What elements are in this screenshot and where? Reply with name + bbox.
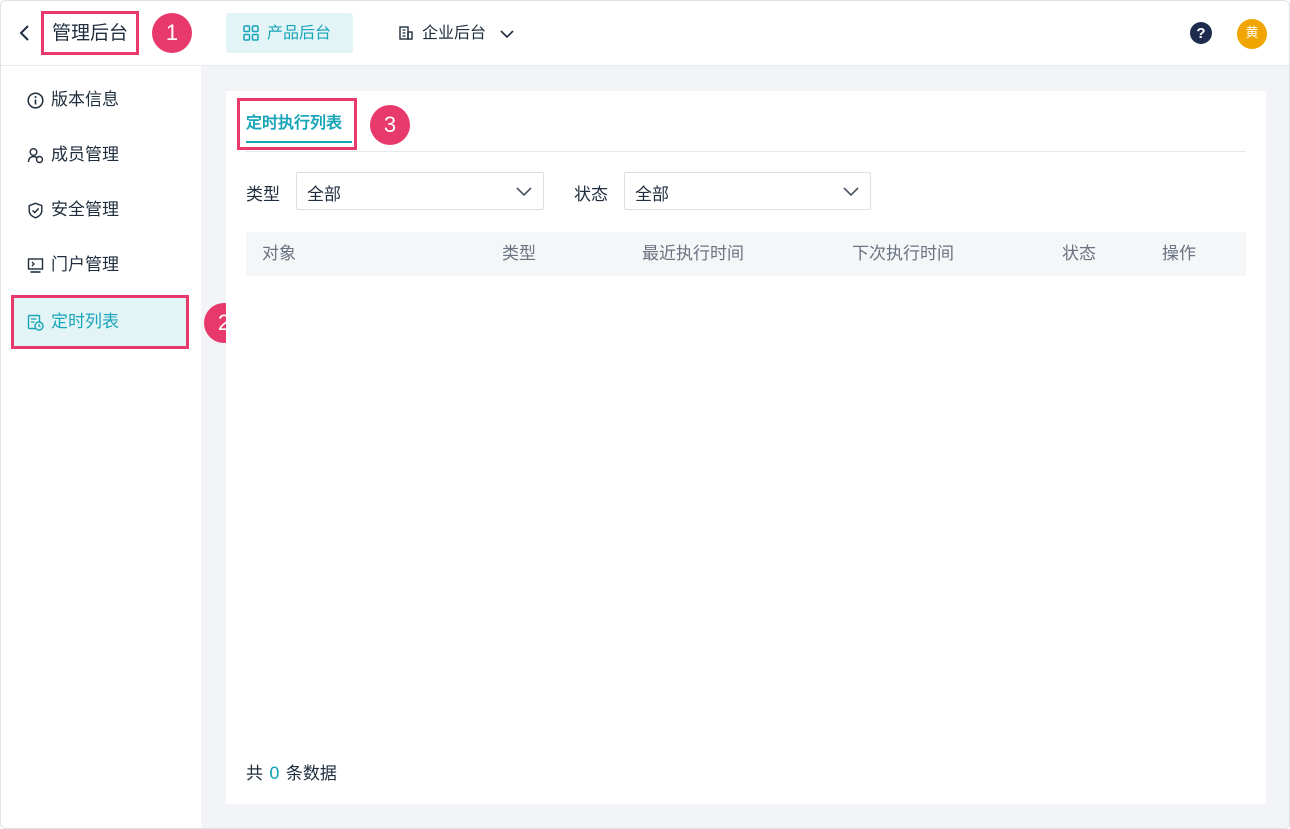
building-icon: [399, 26, 413, 40]
column-header-actions: 操作: [1162, 244, 1196, 264]
sidebar-item-version-info[interactable]: 版本信息: [11, 75, 189, 125]
sidebar-item-label: 定时列表: [51, 312, 119, 332]
annotation-badge-3: 3: [370, 105, 410, 145]
avatar[interactable]: 黄: [1237, 19, 1267, 49]
sidebar-item-schedule-list[interactable]: 定时列表: [11, 295, 189, 349]
app-window: 管理后台 1 产品后台 企业后台 ? 黄 版本信息 成员管理 安全管理 门户管理…: [0, 0, 1290, 829]
grid-icon: [243, 25, 259, 41]
chevron-down-icon: [843, 187, 859, 197]
sidebar-item-label: 门户管理: [51, 255, 119, 275]
record-count-suffix: 条数据: [285, 764, 337, 784]
tab-enterprise-admin[interactable]: 企业后台: [398, 13, 528, 53]
members-icon: [27, 148, 44, 164]
page-title: 定时执行列表: [246, 113, 343, 132]
chevron-left-icon[interactable]: [15, 21, 35, 45]
help-icon[interactable]: ?: [1189, 21, 1213, 45]
status-filter-value: 全部: [635, 185, 669, 205]
status-filter-label: 状态: [574, 185, 608, 205]
sidebar-item-security[interactable]: 安全管理: [11, 185, 189, 235]
column-header-status: 状态: [1062, 244, 1096, 264]
info-icon: [27, 92, 44, 109]
status-filter-select[interactable]: 全部: [624, 172, 871, 210]
sidebar-item-label: 成员管理: [51, 145, 119, 165]
active-tab-underline: [246, 141, 352, 143]
tab-product-label: 产品后台: [267, 23, 332, 42]
column-header-object: 对象: [262, 244, 296, 264]
schedule-icon: [27, 314, 44, 331]
sidebar-item-label: 安全管理: [51, 200, 119, 220]
divider: [246, 151, 1246, 152]
table-header: 对象 类型 最近执行时间 下次执行时间 状态 操作: [246, 232, 1246, 276]
tab-schedule-execution-list[interactable]: 定时执行列表: [237, 98, 357, 150]
tab-product-admin[interactable]: 产品后台: [226, 13, 353, 53]
column-header-last-run: 最近执行时间: [642, 244, 744, 264]
tab-enterprise-label: 企业后台: [422, 23, 487, 42]
svg-text:?: ?: [1196, 25, 1205, 42]
type-filter-label: 类型: [246, 185, 280, 205]
main-card: 定时执行列表 3 类型 全部 状态 全部 对象 类型 最近执行时间 下次执行时间…: [226, 91, 1266, 804]
column-header-next-run: 下次执行时间: [852, 244, 954, 264]
record-count-prefix: 共: [246, 764, 263, 784]
sidebar-item-label: 版本信息: [51, 90, 119, 110]
sidebar-item-portal[interactable]: 门户管理: [11, 240, 189, 290]
app-title: 管理后台: [41, 11, 139, 55]
annotation-badge-1: 1: [152, 13, 192, 53]
chevron-down-icon: [500, 30, 514, 39]
record-count: 共 0 条数据: [246, 759, 337, 784]
chevron-down-icon: [516, 187, 532, 197]
record-count-number: 0: [269, 764, 280, 784]
sidebar-item-members[interactable]: 成员管理: [11, 130, 189, 180]
shield-icon: [28, 202, 43, 219]
type-filter-value: 全部: [307, 185, 341, 205]
top-bar: 管理后台 1 产品后台 企业后台 ? 黄: [1, 1, 1289, 66]
type-filter-select[interactable]: 全部: [296, 172, 544, 210]
portal-icon: [27, 258, 44, 273]
column-header-type: 类型: [502, 244, 536, 264]
sidebar: 版本信息 成员管理 安全管理 门户管理 定时列表: [1, 66, 201, 828]
